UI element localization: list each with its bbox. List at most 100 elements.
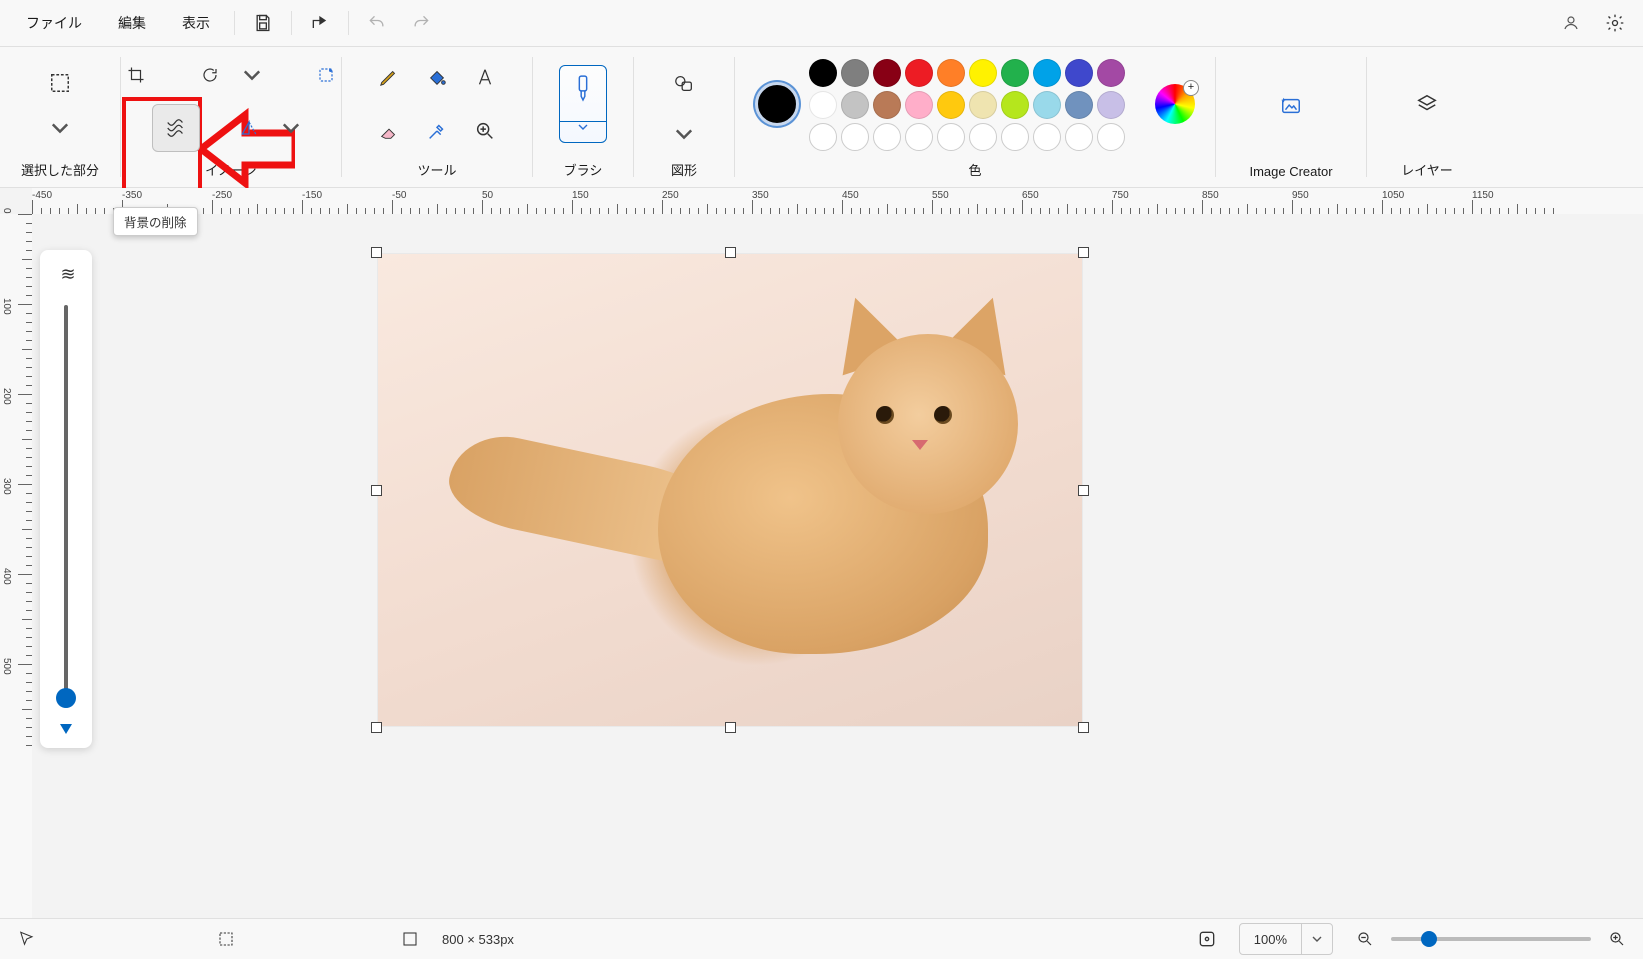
color-swatch-empty[interactable]: [809, 123, 837, 151]
zoom-slider[interactable]: [1349, 923, 1633, 955]
color-swatch[interactable]: [905, 59, 933, 87]
fit-to-window-icon[interactable]: [1191, 923, 1223, 955]
eraser-icon[interactable]: [367, 109, 411, 153]
color-swatch-empty[interactable]: [905, 123, 933, 151]
color-swatch-empty[interactable]: [1065, 123, 1093, 151]
selection-rectangle-icon[interactable]: [38, 61, 82, 105]
zoom-in-icon[interactable]: [1601, 923, 1633, 955]
color-swatch-empty[interactable]: [873, 123, 901, 151]
selection-dropdown-icon[interactable]: [41, 109, 79, 147]
share-icon[interactable]: [298, 1, 342, 45]
color-swatch[interactable]: [1033, 91, 1061, 119]
color-swatch[interactable]: [1097, 91, 1125, 119]
color-swatch[interactable]: [873, 91, 901, 119]
resize-canvas-icon[interactable]: [307, 56, 345, 94]
ruler-label: -250: [212, 190, 232, 201]
edit-colors-button[interactable]: [1155, 84, 1195, 124]
layers-button[interactable]: [1403, 76, 1451, 132]
menu-file[interactable]: ファイル: [8, 0, 100, 46]
text-icon[interactable]: [463, 55, 507, 99]
color-swatch-empty[interactable]: [1097, 123, 1125, 151]
canvas-image[interactable]: [378, 254, 1082, 726]
group-label-layers: レイヤー: [1401, 154, 1453, 187]
color-swatch[interactable]: [1001, 91, 1029, 119]
color-swatch-empty[interactable]: [937, 123, 965, 151]
zoom-dropdown-icon[interactable]: [1301, 924, 1332, 954]
color-swatch[interactable]: [1065, 91, 1093, 119]
rotate-dropdown-icon[interactable]: [233, 56, 271, 94]
color-swatch[interactable]: [841, 91, 869, 119]
zoom-value: 100%: [1240, 932, 1301, 947]
ruler-label: 650: [1022, 190, 1039, 201]
color-swatch[interactable]: [969, 59, 997, 87]
image-creator-button[interactable]: [1267, 78, 1315, 134]
color-swatch[interactable]: [1097, 59, 1125, 87]
ruler-label: 200: [1, 388, 12, 405]
color-swatch-empty[interactable]: [1001, 123, 1029, 151]
crop-icon[interactable]: [117, 56, 155, 94]
zoom-slider-thumb[interactable]: [1421, 931, 1437, 947]
ruler-label: 950: [1292, 190, 1309, 201]
color-swatch-empty[interactable]: [1033, 123, 1061, 151]
settings-gear-icon[interactable]: [1595, 3, 1635, 43]
rotate-icon[interactable]: [191, 56, 229, 94]
color-swatch[interactable]: [873, 59, 901, 87]
color-swatch[interactable]: [841, 59, 869, 87]
zoom-slider-track[interactable]: [1391, 937, 1591, 941]
color-picker-eyedropper-icon[interactable]: [415, 109, 459, 153]
selection-handle[interactable]: [371, 247, 382, 258]
ruler-label: 750: [1112, 190, 1129, 201]
color-swatch[interactable]: [809, 91, 837, 119]
flip-icon[interactable]: [230, 109, 268, 147]
pencil-icon[interactable]: [367, 55, 411, 99]
color-swatch[interactable]: [969, 91, 997, 119]
color-swatch[interactable]: [809, 59, 837, 87]
flip-dropdown-icon[interactable]: [272, 109, 310, 147]
brush-size-slider[interactable]: [64, 305, 68, 706]
status-bar: 800 × 533px 100%: [0, 918, 1643, 959]
ruler-label: -50: [392, 190, 406, 201]
ruler-label: 50: [482, 190, 493, 201]
zoom-out-icon[interactable]: [1349, 923, 1381, 955]
menu-bar: ファイル 編集 表示: [0, 0, 1643, 47]
ruler-label: -350: [122, 190, 142, 201]
selection-handle[interactable]: [1078, 247, 1089, 258]
save-icon[interactable]: [241, 1, 285, 45]
selection-handle[interactable]: [1078, 722, 1089, 733]
color-swatch[interactable]: [1033, 59, 1061, 87]
selection-handle[interactable]: [725, 247, 736, 258]
redo-icon[interactable]: [399, 1, 443, 45]
brush-size-slider-thumb[interactable]: [56, 688, 76, 708]
menu-edit[interactable]: 編集: [100, 0, 164, 46]
ruler-label: 500: [1, 658, 12, 675]
color-swatch[interactable]: [937, 91, 965, 119]
brush-dropdown-icon[interactable]: [560, 121, 606, 142]
selection-handle[interactable]: [725, 722, 736, 733]
current-color-swatch[interactable]: [755, 82, 799, 126]
color-swatch[interactable]: [1065, 59, 1093, 87]
brush-size-panel[interactable]: ≋: [40, 250, 92, 748]
selection-handle[interactable]: [371, 485, 382, 496]
ruler-label: 100: [1, 298, 12, 315]
ruler-label: 450: [842, 190, 859, 201]
ruler-label: 0: [1, 208, 12, 214]
fill-bucket-icon[interactable]: [415, 55, 459, 99]
menu-view[interactable]: 表示: [164, 0, 228, 46]
color-swatch-empty[interactable]: [841, 123, 869, 151]
shapes-dropdown-icon[interactable]: [665, 115, 703, 153]
selection-handle[interactable]: [1078, 485, 1089, 496]
canvas-area[interactable]: ≋: [32, 214, 1643, 918]
color-swatch[interactable]: [1001, 59, 1029, 87]
shapes-button[interactable]: [660, 55, 708, 111]
remove-background-button[interactable]: [152, 104, 200, 152]
zoom-select[interactable]: 100%: [1239, 923, 1333, 955]
magnifier-icon[interactable]: [463, 109, 507, 153]
color-swatch-empty[interactable]: [969, 123, 997, 151]
brush-button[interactable]: [559, 65, 607, 143]
color-swatch[interactable]: [905, 91, 933, 119]
selection-handle[interactable]: [371, 722, 382, 733]
color-swatch[interactable]: [937, 59, 965, 87]
ruler-label: 300: [1, 478, 12, 495]
undo-icon[interactable]: [355, 1, 399, 45]
account-icon[interactable]: [1551, 3, 1591, 43]
